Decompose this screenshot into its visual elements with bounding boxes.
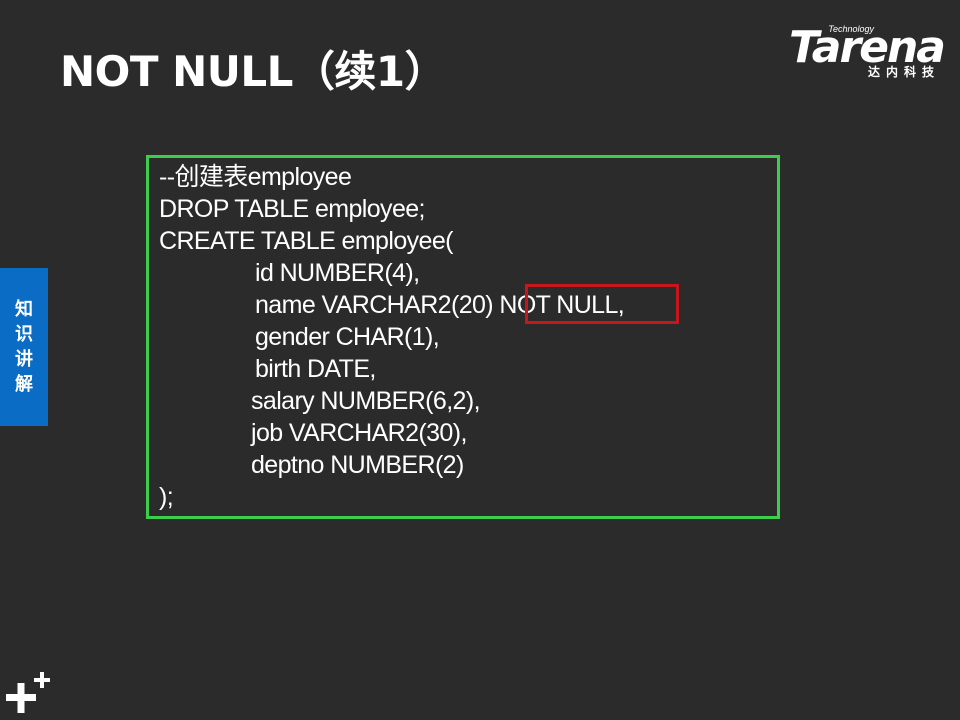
code-line-id: id NUMBER(4), <box>255 259 420 287</box>
code-line-comment: --创建表employee <box>159 163 352 191</box>
code-line-birth: birth DATE, <box>255 355 376 383</box>
code-line-close: ); <box>159 483 174 511</box>
not-null-highlight <box>525 284 679 324</box>
side-tab-char: 识 <box>15 324 33 345</box>
tarena-logo: Technology Tarena 达内科技 <box>784 22 946 82</box>
code-line-deptno: deptno NUMBER(2) <box>251 451 464 479</box>
code-box: --创建表employee DROP TABLE employee; CREAT… <box>146 155 780 519</box>
side-tab-char: 知 <box>15 299 33 320</box>
code-line-drop: DROP TABLE employee; <box>159 195 426 223</box>
code-line-job: job VARCHAR2(30), <box>251 419 467 447</box>
logo-chinese: 达内科技 <box>867 65 940 79</box>
slide-title: NOT NULL（续1） <box>60 47 447 96</box>
side-tab-char: 讲 <box>15 349 33 370</box>
code-line-gender: gender CHAR(1), <box>255 323 440 351</box>
code-line-create: CREATE TABLE employee( <box>159 227 453 255</box>
code-line-salary: salary NUMBER(6,2), <box>251 387 481 415</box>
side-tab-char: 解 <box>15 374 33 395</box>
side-tab-knowledge[interactable]: 知 识 讲 解 <box>0 268 48 426</box>
plus-decoration-icon <box>6 672 50 713</box>
